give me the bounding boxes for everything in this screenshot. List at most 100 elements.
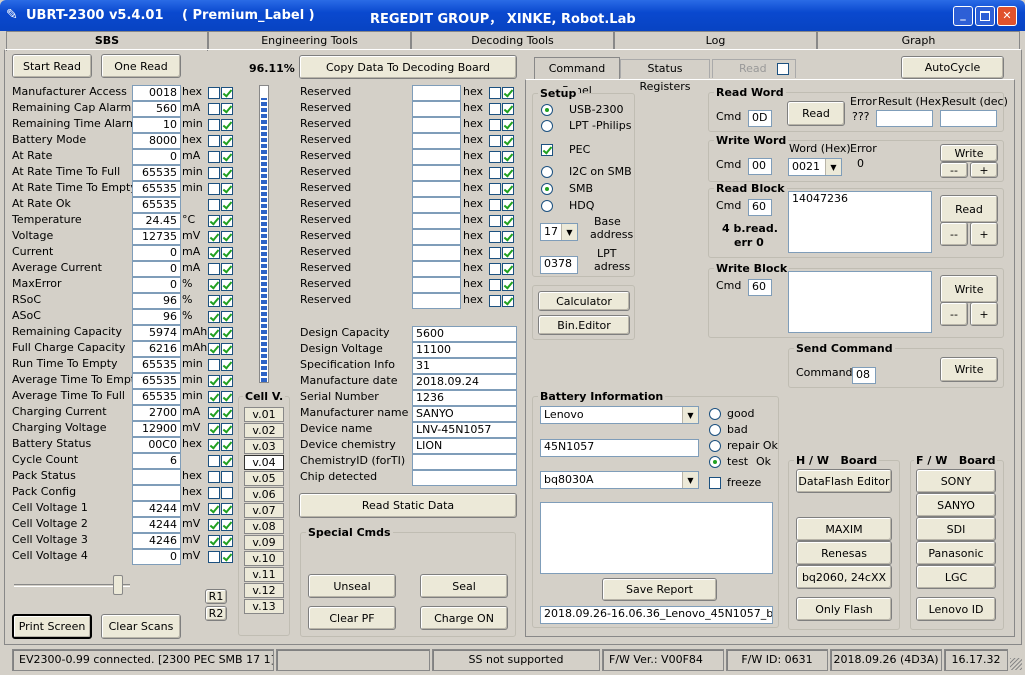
sbs-row-read-checkbox[interactable]: [221, 503, 233, 515]
sbs-row-graph-checkbox[interactable]: [208, 199, 220, 211]
sbs-row-graph-checkbox[interactable]: [208, 439, 220, 451]
sbs-row-value[interactable]: 65535: [132, 389, 181, 405]
tab-command-panel[interactable]: Command Panel: [534, 57, 620, 97]
sbs-row-graph-checkbox[interactable]: [208, 551, 220, 563]
cell-v01-button[interactable]: v.01: [244, 407, 284, 422]
sbs-row-read-checkbox[interactable]: [221, 391, 233, 403]
sbs-row-value[interactable]: 0: [132, 261, 181, 277]
sbs-row-read-checkbox[interactable]: [221, 359, 233, 371]
sbs-row-read-checkbox[interactable]: [221, 263, 233, 275]
tab-log[interactable]: Log: [614, 31, 817, 49]
word-hex-select[interactable]: 0021 ▼: [788, 158, 842, 176]
write-word-button[interactable]: Write: [940, 144, 998, 162]
reserved-row-graph-checkbox[interactable]: [489, 87, 501, 99]
sbs-row-value[interactable]: 0: [132, 149, 181, 165]
sbs-row-read-checkbox[interactable]: [221, 279, 233, 291]
sbs-row-value[interactable]: 4244: [132, 517, 181, 533]
autocycle-button[interactable]: AutoCycle: [901, 56, 1004, 79]
reserved-row-graph-checkbox[interactable]: [489, 135, 501, 147]
reserved-row-value[interactable]: [412, 213, 461, 229]
sbs-row-read-checkbox[interactable]: [221, 295, 233, 307]
reserved-row-value[interactable]: [412, 101, 461, 117]
sbs-row-value[interactable]: [132, 485, 181, 501]
clear-pf-button[interactable]: Clear PF: [308, 606, 396, 630]
report-text-area[interactable]: [540, 502, 773, 574]
reserved-row-graph-checkbox[interactable]: [489, 279, 501, 291]
reserved-row-read-checkbox[interactable]: [502, 87, 514, 99]
sbs-row-graph-checkbox[interactable]: [208, 263, 220, 275]
sbs-row-read-checkbox[interactable]: [221, 183, 233, 195]
sbs-row-read-checkbox[interactable]: [221, 455, 233, 467]
reserved-row-graph-checkbox[interactable]: [489, 247, 501, 259]
reserved-row-value[interactable]: [412, 261, 461, 277]
sbs-row-value[interactable]: 24.45: [132, 213, 181, 229]
sbs-row-read-checkbox[interactable]: [221, 439, 233, 451]
i2c-radio[interactable]: [541, 166, 553, 178]
sbs-row-graph-checkbox[interactable]: [208, 535, 220, 547]
panasonic-button[interactable]: Panasonic: [916, 541, 996, 565]
sbs-row-graph-checkbox[interactable]: [208, 407, 220, 419]
sbs-row-graph-checkbox[interactable]: [208, 135, 220, 147]
sbs-row-read-checkbox[interactable]: [221, 103, 233, 115]
static-row-value[interactable]: 11100: [412, 342, 517, 358]
sbs-row-value[interactable]: 65535: [132, 181, 181, 197]
sbs-row-read-checkbox[interactable]: [221, 311, 233, 323]
read-block-cmd-field[interactable]: 60: [748, 199, 772, 216]
sbs-row-graph-checkbox[interactable]: [208, 151, 220, 163]
write-word-minus-button[interactable]: --: [940, 162, 968, 178]
sbs-row-value[interactable]: 12900: [132, 421, 181, 437]
only-flash-button[interactable]: Only Flash: [796, 597, 892, 621]
sbs-row-graph-checkbox[interactable]: [208, 455, 220, 467]
sbs-row-graph-checkbox[interactable]: [208, 215, 220, 227]
sbs-row-value[interactable]: 4246: [132, 533, 181, 549]
result-dec-field[interactable]: [940, 110, 997, 127]
sony-button[interactable]: SONY: [916, 469, 996, 493]
sbs-row-value[interactable]: 0: [132, 245, 181, 261]
reserved-row-graph-checkbox[interactable]: [489, 183, 501, 195]
sbs-row-read-checkbox[interactable]: [221, 535, 233, 547]
lenovo-id-button[interactable]: Lenovo ID: [916, 597, 996, 621]
read-block-data-area[interactable]: 14047236: [788, 191, 932, 253]
sbs-row-graph-checkbox[interactable]: [208, 503, 220, 515]
static-row-value[interactable]: 31: [412, 358, 517, 374]
sbs-row-graph-checkbox[interactable]: [208, 471, 220, 483]
write-block-button[interactable]: Write: [940, 275, 998, 303]
sbs-row-read-checkbox[interactable]: [221, 151, 233, 163]
charge-on-button[interactable]: Charge ON: [420, 606, 508, 630]
sbs-row-read-checkbox[interactable]: [221, 327, 233, 339]
base-address-select[interactable]: 17 ▼: [540, 223, 578, 241]
read-block-button[interactable]: Read: [940, 195, 998, 223]
sbs-row-graph-checkbox[interactable]: [208, 359, 220, 371]
reserved-row-graph-checkbox[interactable]: [489, 215, 501, 227]
tab-sbs[interactable]: SBS: [6, 31, 208, 51]
sbs-row-read-checkbox[interactable]: [221, 343, 233, 355]
save-report-button[interactable]: Save Report: [602, 578, 717, 601]
reserved-row-read-checkbox[interactable]: [502, 279, 514, 291]
renesas-button[interactable]: Renesas: [796, 541, 892, 565]
cell-v07-button[interactable]: v.07: [244, 503, 284, 518]
sbs-row-value[interactable]: 2700: [132, 405, 181, 421]
reserved-row-read-checkbox[interactable]: [502, 247, 514, 259]
sbs-row-graph-checkbox[interactable]: [208, 231, 220, 243]
reserved-row-graph-checkbox[interactable]: [489, 199, 501, 211]
maxim-button[interactable]: MAXIM: [796, 517, 892, 541]
sbs-row-graph-checkbox[interactable]: [208, 327, 220, 339]
r1-button[interactable]: R1: [205, 589, 227, 604]
result-hex-field[interactable]: [876, 110, 933, 127]
sbs-row-read-checkbox[interactable]: [221, 167, 233, 179]
read-block-minus-button[interactable]: --: [940, 222, 968, 246]
sbs-row-graph-checkbox[interactable]: [208, 343, 220, 355]
sbs-row-read-checkbox[interactable]: [221, 199, 233, 211]
sbs-row-value[interactable]: 8000: [132, 133, 181, 149]
static-row-value[interactable]: SANYO: [412, 406, 517, 422]
sbs-row-graph-checkbox[interactable]: [208, 247, 220, 259]
reserved-row-read-checkbox[interactable]: [502, 135, 514, 147]
minimize-button[interactable]: _: [953, 6, 973, 26]
reserved-row-read-checkbox[interactable]: [502, 263, 514, 275]
pec-checkbox[interactable]: [541, 144, 553, 156]
sbs-row-value[interactable]: 65535: [132, 165, 181, 181]
sbs-row-read-checkbox[interactable]: [221, 423, 233, 435]
static-row-value[interactable]: LION: [412, 438, 517, 454]
sbs-row-value[interactable]: 0: [132, 277, 181, 293]
reserved-row-graph-checkbox[interactable]: [489, 263, 501, 275]
